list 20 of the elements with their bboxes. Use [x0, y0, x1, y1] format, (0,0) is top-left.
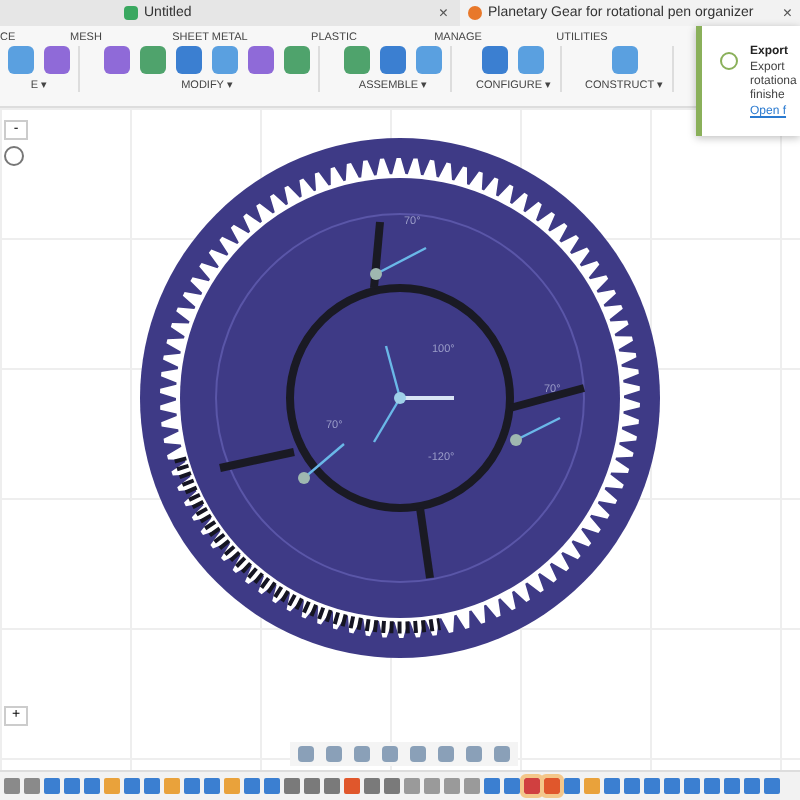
tool-icon[interactable] — [284, 46, 310, 74]
tool-icon[interactable] — [104, 46, 130, 74]
tool-icon[interactable] — [416, 46, 442, 74]
view-cube-icon[interactable] — [4, 146, 24, 166]
tool-icon[interactable] — [44, 46, 70, 74]
tool-icon[interactable] — [212, 46, 238, 74]
tool-icon[interactable] — [140, 46, 166, 74]
close-button[interactable]: × — [782, 4, 792, 22]
tool-icon[interactable] — [518, 46, 545, 74]
tool-icon[interactable] — [176, 46, 202, 74]
tool-icon[interactable] — [344, 46, 370, 74]
document-icon — [124, 6, 138, 20]
tool-icon[interactable] — [8, 46, 34, 74]
close-button[interactable]: × — [438, 4, 448, 22]
check-icon — [720, 52, 738, 70]
tool-icon[interactable] — [380, 46, 406, 74]
tool-icon[interactable] — [611, 46, 638, 74]
tool-icon[interactable] — [248, 46, 274, 74]
tool-icon[interactable] — [482, 46, 509, 74]
document-icon — [468, 6, 482, 20]
